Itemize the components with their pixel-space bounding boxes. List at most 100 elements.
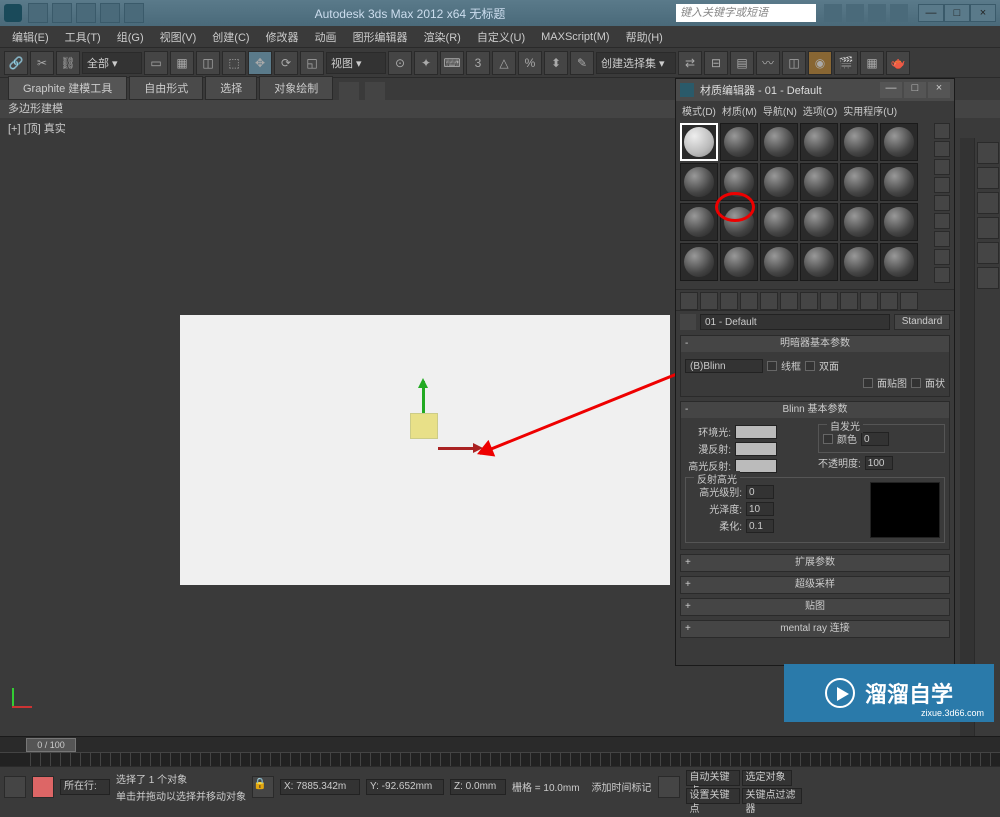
material-name-dropdown[interactable]: 01 - Default: [700, 314, 890, 330]
ribbon-help-icon[interactable]: [339, 82, 359, 100]
me-menu-modes[interactable]: 模式(D): [680, 103, 718, 118]
window-crossing-icon[interactable]: ⬚: [222, 51, 246, 75]
material-type-button[interactable]: Standard: [894, 314, 950, 330]
diffuse-swatch[interactable]: [735, 442, 777, 456]
material-editor-titlebar[interactable]: 材质编辑器 - 01 - Default — □ ×: [676, 79, 954, 101]
mirror-icon[interactable]: ⇄: [678, 51, 702, 75]
material-slot[interactable]: [800, 123, 838, 161]
color-checkbox[interactable]: [823, 434, 833, 444]
schematic-icon[interactable]: ◫: [782, 51, 806, 75]
rollout-header[interactable]: +扩展参数: [681, 555, 949, 571]
motion-tab-icon[interactable]: [977, 217, 999, 239]
select-icon[interactable]: ▭: [144, 51, 168, 75]
select-by-mat-icon[interactable]: [934, 249, 950, 265]
layers-icon[interactable]: ▤: [730, 51, 754, 75]
sample-uv-icon[interactable]: [934, 177, 950, 193]
setkey-button[interactable]: 设置关键点: [686, 788, 740, 804]
mateditor-max-button[interactable]: □: [904, 82, 926, 98]
scale-icon[interactable]: ◱: [300, 51, 324, 75]
shader-dropdown[interactable]: (B)Blinn: [685, 359, 763, 373]
percent-snap-icon[interactable]: %: [518, 51, 542, 75]
tab-objectpaint[interactable]: 对象绘制: [259, 76, 333, 100]
qat-redo-icon[interactable]: [124, 3, 144, 23]
material-slot[interactable]: [840, 163, 878, 201]
curve-editor-icon[interactable]: 〰: [756, 51, 780, 75]
addtime-tag[interactable]: 添加时间标记: [592, 779, 652, 794]
macro-recorder-icon[interactable]: [32, 776, 54, 798]
menu-group[interactable]: 组(G): [109, 27, 152, 47]
bind-icon[interactable]: ⛓: [56, 51, 80, 75]
material-slot[interactable]: [760, 123, 798, 161]
manipulate-icon[interactable]: ✦: [414, 51, 438, 75]
facemap-checkbox[interactable]: [863, 378, 873, 388]
coord-z[interactable]: Z: 0.0mm: [450, 779, 506, 795]
rollout-header[interactable]: -明暗器基本参数: [681, 336, 949, 352]
mateditor-min-button[interactable]: —: [880, 82, 902, 98]
material-slot[interactable]: [880, 123, 918, 161]
make-copy-icon[interactable]: [760, 292, 778, 310]
edit-selset-icon[interactable]: ✎: [570, 51, 594, 75]
menu-grapheditors[interactable]: 图形编辑器: [345, 27, 416, 47]
pick-material-icon[interactable]: [680, 314, 696, 330]
select-name-icon[interactable]: ▦: [170, 51, 194, 75]
menu-edit[interactable]: 编辑(E): [4, 27, 57, 47]
pivot-icon[interactable]: ⊙: [388, 51, 412, 75]
go-parent-icon[interactable]: [880, 292, 898, 310]
qat-new-icon[interactable]: [28, 3, 48, 23]
twosided-checkbox[interactable]: [805, 361, 815, 371]
rollout-header[interactable]: +mental ray 连接: [681, 621, 949, 637]
wire-checkbox[interactable]: [767, 361, 777, 371]
tab-selection[interactable]: 选择: [205, 76, 257, 100]
me-menu-utilities[interactable]: 实用程序(U): [841, 103, 899, 118]
signin-icon[interactable]: [868, 4, 886, 22]
selkey-dropdown[interactable]: 选定对象: [742, 770, 792, 786]
viewport-canvas[interactable]: [180, 315, 670, 585]
soften-spinner[interactable]: 0.1: [746, 519, 774, 533]
help-icon[interactable]: [890, 4, 908, 22]
material-slot[interactable]: [880, 163, 918, 201]
modify-tab-icon[interactable]: [977, 167, 999, 189]
select-region-icon[interactable]: ◫: [196, 51, 220, 75]
menu-create[interactable]: 创建(C): [204, 27, 257, 47]
material-id-icon[interactable]: [820, 292, 838, 310]
maxscript-listener-icon[interactable]: [4, 776, 26, 798]
utilities-tab-icon[interactable]: [977, 267, 999, 289]
mat-map-nav-icon[interactable]: [934, 267, 950, 283]
rollout-header[interactable]: -Blinn 基本参数: [681, 402, 949, 418]
put-to-scene-icon[interactable]: [700, 292, 718, 310]
selected-object-box[interactable]: [410, 413, 438, 439]
menu-help[interactable]: 帮助(H): [618, 27, 671, 47]
close-button[interactable]: ×: [970, 4, 996, 22]
material-slot[interactable]: [760, 203, 798, 241]
specular-swatch[interactable]: [735, 459, 777, 473]
go-sibling-icon[interactable]: [900, 292, 918, 310]
me-menu-material[interactable]: 材质(M): [720, 103, 759, 118]
show-map-icon[interactable]: [840, 292, 858, 310]
command-panel-scroll[interactable]: [960, 138, 974, 736]
menu-rendering[interactable]: 渲染(R): [416, 27, 469, 47]
align-icon[interactable]: ⊟: [704, 51, 728, 75]
material-slot[interactable]: [880, 203, 918, 241]
material-slot-1[interactable]: [680, 123, 718, 161]
ambient-swatch[interactable]: [735, 425, 777, 439]
options-icon[interactable]: [934, 231, 950, 247]
material-editor-icon[interactable]: ◉: [808, 51, 832, 75]
render-icon[interactable]: 🫖: [886, 51, 910, 75]
viewport-labels[interactable]: [+] [顶] 真实: [8, 120, 66, 136]
create-tab-icon[interactable]: [977, 142, 999, 164]
link-icon[interactable]: 🔗: [4, 51, 28, 75]
reset-map-icon[interactable]: [740, 292, 758, 310]
material-slot[interactable]: [680, 203, 718, 241]
material-slot[interactable]: [800, 203, 838, 241]
snap-toggle-icon[interactable]: 3: [466, 51, 490, 75]
rollout-header[interactable]: +超级采样: [681, 577, 949, 593]
autokey-button[interactable]: 自动关键点: [686, 770, 740, 786]
material-slot[interactable]: [720, 203, 758, 241]
favorites-icon[interactable]: [846, 4, 864, 22]
put-to-library-icon[interactable]: [800, 292, 818, 310]
refcoord-dropdown[interactable]: 视图 ▾: [326, 52, 386, 74]
material-slot[interactable]: [760, 163, 798, 201]
hierarchy-tab-icon[interactable]: [977, 192, 999, 214]
qat-save-icon[interactable]: [76, 3, 96, 23]
keyfilter-button[interactable]: 关键点过滤器: [742, 788, 802, 804]
